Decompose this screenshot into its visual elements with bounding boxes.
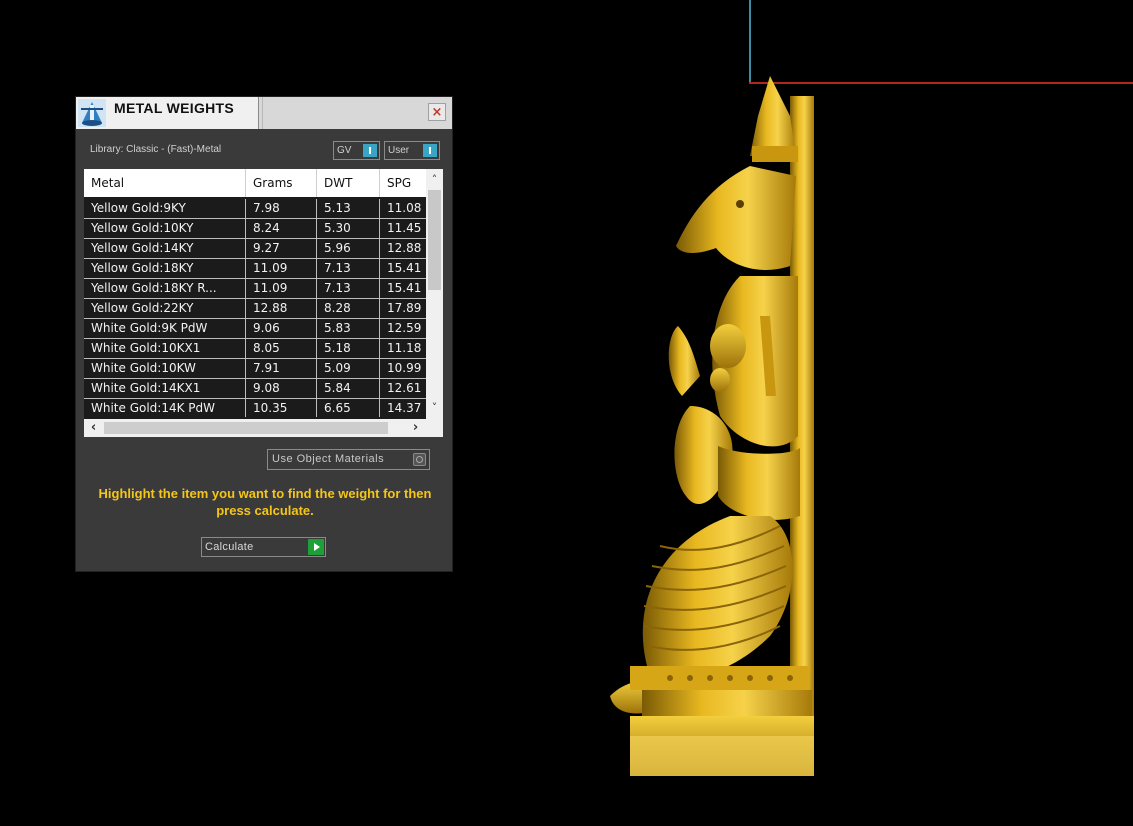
metal-cell: Yellow Gold:18KY [84, 259, 246, 278]
toggle-knob-icon [363, 144, 377, 157]
metal-cell: Yellow Gold:18KY R... [84, 279, 246, 298]
chevron-up-icon[interactable]: ˄ [426, 171, 443, 188]
grams-cell: 10.35 [246, 399, 317, 417]
table-row[interactable]: White Gold:14KX1 9.08 5.84 12.61 [84, 379, 426, 399]
chevron-right-icon[interactable]: › [407, 419, 424, 437]
table-row[interactable]: Yellow Gold:22KY 12.88 8.28 17.89 [84, 299, 426, 319]
metal-cell: White Gold:9K PdW [84, 319, 246, 338]
table-body: Yellow Gold:9KY 7.98 5.13 11.08 Yellow Gold:… [84, 199, 426, 417]
play-icon[interactable] [308, 539, 324, 555]
dwt-cell: 5.83 [317, 319, 380, 338]
spg-cell: 11.45 [387, 221, 422, 235]
grams-cell: 9.08 [246, 379, 317, 398]
column-header-spg[interactable]: SPG [380, 169, 426, 197]
dwt-cell: 7.13 [317, 279, 380, 298]
spg-cell: 11.18 [387, 341, 422, 355]
use-object-materials-label: Use Object Materials [272, 453, 385, 465]
metal-cell: White Gold:10KW [84, 359, 246, 378]
spg-cell: 12.61 [387, 381, 422, 395]
spg-cell: 12.88 [387, 241, 422, 255]
dwt-cell: 5.13 [317, 199, 380, 218]
metal-weights-dialog: METAL WEIGHTS × Library: Classic - (Fast… [76, 97, 452, 571]
spg-cell: 17.89 [387, 301, 422, 315]
horizontal-scroll-thumb[interactable] [104, 422, 388, 434]
dwt-cell: 5.18 [317, 339, 380, 358]
metal-cell: Yellow Gold:14KY [84, 239, 246, 258]
dialog-title: METAL WEIGHTS [114, 100, 235, 116]
dwt-cell: 5.09 [317, 359, 380, 378]
spg-cell: 10.99 [387, 361, 422, 375]
table-row[interactable]: Yellow Gold:14KY 9.27 5.96 12.88 [84, 239, 426, 259]
column-header-grams[interactable]: Grams [246, 169, 317, 197]
dwt-cell: 8.28 [317, 299, 380, 318]
grams-cell: 7.98 [246, 199, 317, 218]
grams-cell: 8.05 [246, 339, 317, 358]
column-header-metal[interactable]: Metal [84, 169, 246, 197]
calculate-button[interactable]: Calculate [201, 537, 326, 557]
instruction-text: Highlight the item you want to find the … [98, 486, 432, 518]
gv-toggle[interactable]: GV [333, 141, 380, 160]
grams-cell: 11.09 [246, 259, 317, 278]
table-row[interactable]: Yellow Gold:18KY R... 11.09 7.13 15.41 [84, 279, 426, 299]
scale-icon [78, 99, 106, 127]
gv-toggle-label: GV [337, 145, 352, 156]
metal-cell: Yellow Gold:10KY [84, 219, 246, 238]
metal-cell: White Gold:14KX1 [84, 379, 246, 398]
grams-cell: 11.09 [246, 279, 317, 298]
spg-cell: 15.41 [387, 261, 422, 275]
dwt-cell: 5.96 [317, 239, 380, 258]
dwt-cell: 5.84 [317, 379, 380, 398]
vertical-scroll-thumb[interactable] [428, 190, 441, 290]
dwt-cell: 5.30 [317, 219, 380, 238]
table-header: Metal Grams DWT SPG [84, 169, 443, 197]
metal-cell: White Gold:10KX1 [84, 339, 246, 358]
table-row[interactable]: Yellow Gold:18KY 11.09 7.13 15.41 [84, 259, 426, 279]
vertical-scrollbar[interactable]: ˄ ˅ [426, 169, 443, 419]
dialog-titlebar[interactable]: METAL WEIGHTS × [76, 97, 452, 129]
title-tab-divider [258, 97, 263, 129]
table-row[interactable]: White Gold:10KW 7.91 5.09 10.99 [84, 359, 426, 379]
chevron-down-icon[interactable]: ˅ [426, 399, 443, 416]
user-toggle-label: User [388, 145, 410, 156]
grams-cell: 12.88 [246, 299, 317, 318]
spg-cell: 14.37 [387, 401, 422, 415]
grams-cell: 7.91 [246, 359, 317, 378]
dwt-cell: 6.65 [317, 399, 380, 417]
spg-cell: 12.59 [387, 321, 422, 335]
table-row[interactable]: Yellow Gold:10KY 8.24 5.30 11.45 [84, 219, 426, 239]
metal-cell: White Gold:14K PdW [84, 399, 246, 417]
table-row[interactable]: White Gold:10KX1 8.05 5.18 11.18 [84, 339, 426, 359]
spg-cell: 11.08 [387, 201, 422, 215]
close-icon[interactable]: × [428, 103, 446, 121]
table-row[interactable]: White Gold:9K PdW 9.06 5.83 12.59 [84, 319, 426, 339]
metal-cell: Yellow Gold:9KY [84, 199, 246, 218]
metal-table: Metal Grams DWT SPG Yellow Gold:9KY 7.98 5… [84, 169, 443, 437]
column-header-dwt[interactable]: DWT [317, 169, 380, 197]
table-row[interactable]: White Gold:14K PdW 10.35 6.65 14.37 [84, 399, 426, 417]
library-label: Library: Classic - (Fast)-Metal [90, 144, 222, 155]
spg-cell: 15.41 [387, 281, 422, 295]
grams-cell: 8.24 [246, 219, 317, 238]
calculate-label: Calculate [205, 541, 254, 553]
gold-statue-model[interactable] [590, 76, 830, 776]
viewport-guide-vertical [749, 0, 751, 84]
toggle-knob-icon [423, 144, 437, 157]
horizontal-scrollbar[interactable]: ‹ › [84, 419, 443, 437]
grams-cell: 9.27 [246, 239, 317, 258]
chevron-left-icon[interactable]: ‹ [85, 419, 102, 437]
grams-cell: 9.06 [246, 319, 317, 338]
radio-icon[interactable] [413, 453, 426, 466]
table-row[interactable]: Yellow Gold:9KY 7.98 5.13 11.08 [84, 199, 426, 219]
metal-cell: Yellow Gold:22KY [84, 299, 246, 318]
use-object-materials-option[interactable]: Use Object Materials [267, 449, 430, 470]
dwt-cell: 7.13 [317, 259, 380, 278]
user-toggle[interactable]: User [384, 141, 440, 160]
